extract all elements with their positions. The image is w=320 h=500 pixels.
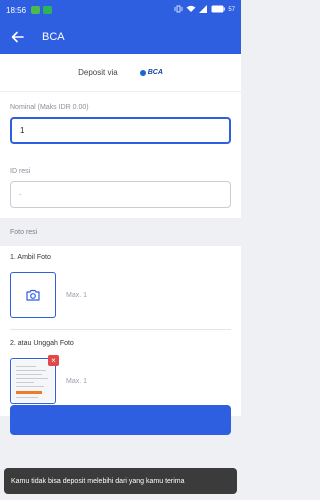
unggah-foto-label: 2. atau Unggah Foto xyxy=(10,340,74,347)
ambil-foto-max: Max. 1 xyxy=(66,291,88,299)
remove-photo-button[interactable]: × xyxy=(48,355,59,366)
arrow-back-icon xyxy=(11,31,24,43)
wifi-icon xyxy=(186,5,196,15)
status-indicators: 57 xyxy=(174,5,235,15)
deposit-via-label: Deposit via xyxy=(78,68,118,77)
toast-text: Kamu tidak bisa deposit melebihi dari ya… xyxy=(11,477,185,485)
camera-icon xyxy=(26,289,40,301)
nominal-field-block: Nominal (Maks IDR 0.00) 1 xyxy=(0,92,241,154)
ambil-foto-row: Max. 1 xyxy=(10,266,231,324)
notification-icon xyxy=(31,6,41,14)
app-notification-icon xyxy=(43,6,53,14)
id-resi-input[interactable]: - xyxy=(10,181,231,208)
id-resi-value: - xyxy=(19,190,22,199)
form-card: Deposit via BCA Nominal (Maks IDR 0.00) … xyxy=(0,54,241,218)
submit-button[interactable] xyxy=(10,405,231,435)
photo-section: 1. Ambil Foto Max. 1 2. atau Unggah Foto xyxy=(0,246,241,416)
status-time: 18:56 xyxy=(6,5,27,15)
uploaded-photo[interactable]: × xyxy=(10,355,59,404)
battery-icon xyxy=(211,5,226,15)
ambil-foto-label: 1. Ambil Foto xyxy=(10,254,51,261)
bca-logo: BCA xyxy=(139,69,163,76)
signal-icon xyxy=(199,5,208,15)
toast-message: Kamu tidak bisa deposit melebihi dari ya… xyxy=(4,468,237,494)
app-bar: BCA xyxy=(0,20,241,54)
battery-level: 57 xyxy=(228,7,235,13)
nominal-label: Nominal (Maks IDR 0.00) xyxy=(10,104,89,111)
close-icon: × xyxy=(51,355,56,365)
id-resi-label: ID resi xyxy=(10,168,31,175)
take-photo-button[interactable] xyxy=(10,272,56,318)
vibrate-icon xyxy=(174,5,183,15)
nominal-value: 1 xyxy=(20,126,25,135)
unggah-foto-max: Max. 1 xyxy=(66,377,88,385)
page-title: BCA xyxy=(42,31,65,43)
status-bar: 18:56 57 xyxy=(0,0,241,20)
back-button[interactable] xyxy=(2,20,32,54)
unggah-foto-row: × Max. 1 xyxy=(10,352,231,410)
bca-logo-mark-icon xyxy=(139,69,146,76)
id-resi-field-block: ID resi - xyxy=(0,154,241,218)
deposit-via-row: Deposit via BCA xyxy=(0,54,241,92)
nominal-input[interactable]: 1 xyxy=(10,117,231,144)
uploaded-photo-thumbnail xyxy=(12,360,54,402)
foto-resi-header: Foto resi xyxy=(0,218,241,246)
